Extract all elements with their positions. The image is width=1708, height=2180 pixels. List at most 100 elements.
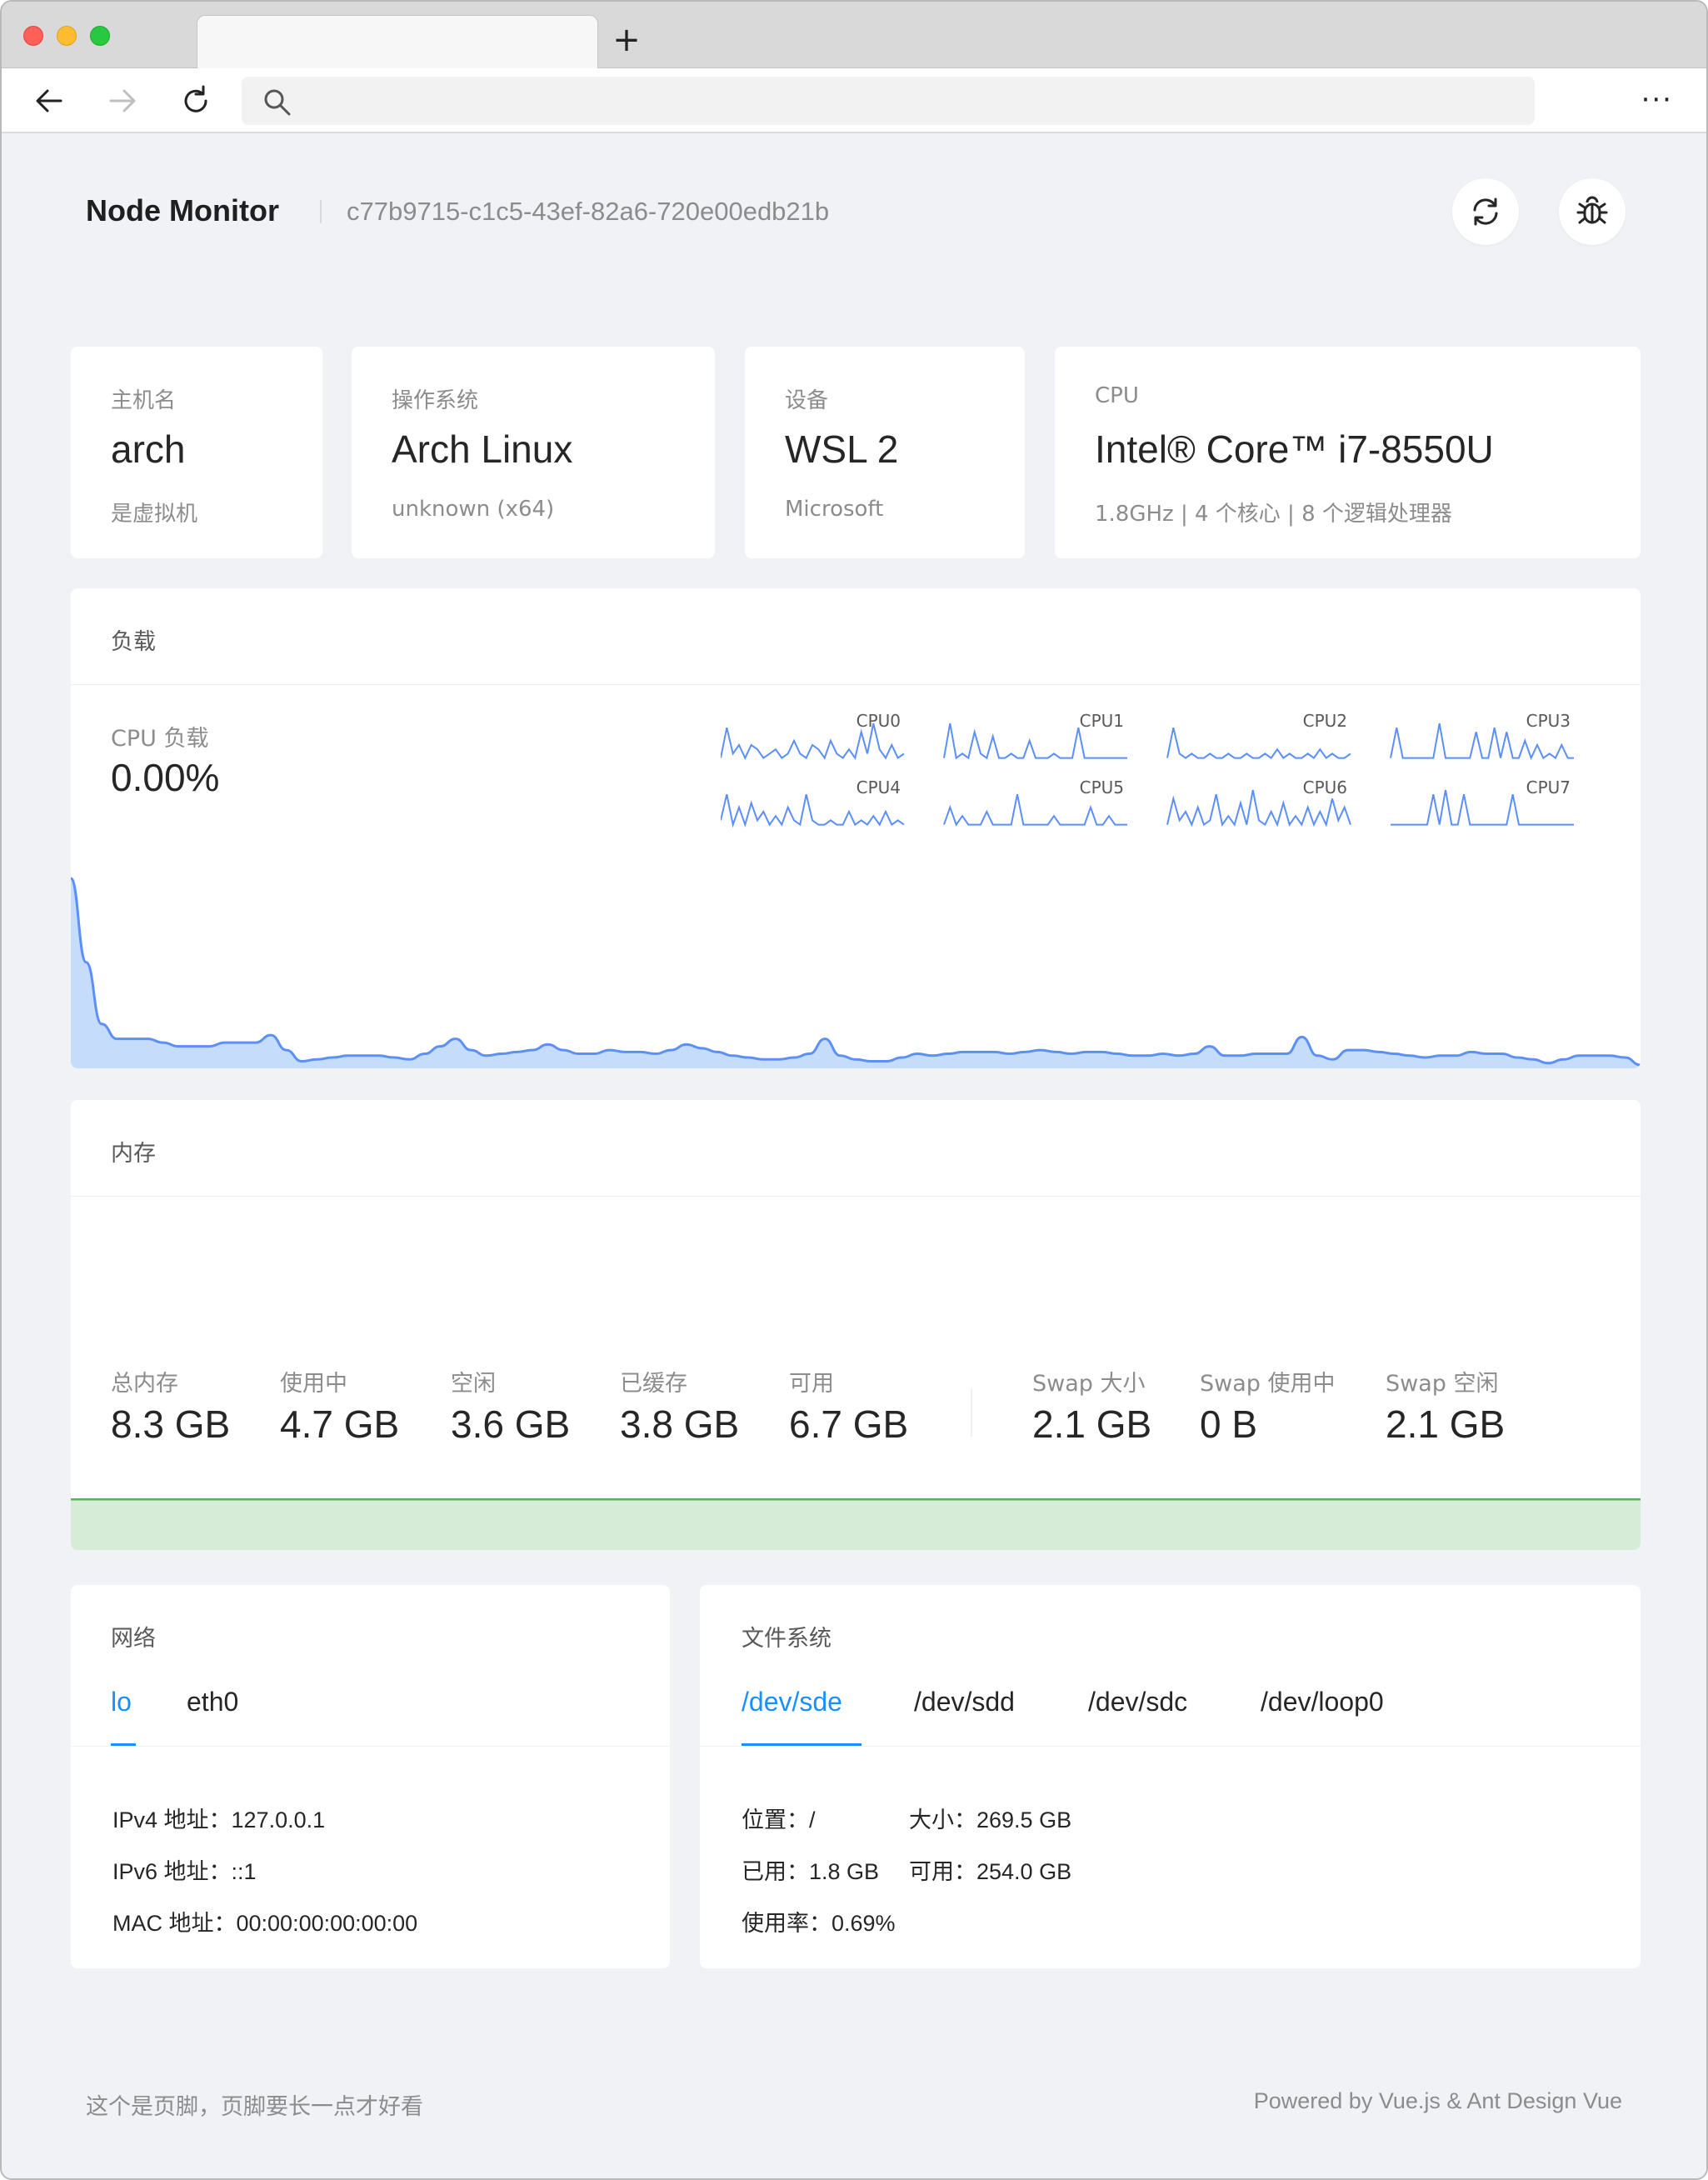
cpu-core-sparkline bbox=[943, 794, 1127, 827]
network-tab-lo[interactable]: lo bbox=[111, 1687, 132, 1718]
cpu-core-label: CPU5 bbox=[1080, 778, 1124, 798]
page-header: Node Monitor c77b9715-c1c5-43ef-82a6-720… bbox=[2, 135, 1706, 285]
mac-address: MAC 地址：00:00:00:00:00:00 bbox=[112, 1911, 418, 1936]
footer-powered-by: Powered by Vue.js & Ant Design Vue bbox=[1253, 2088, 1622, 2113]
cpu-core-sparklines: CPU0 CPU1 CPU2 CPU3 CPU4 CPU5 CPU6 CPU7 bbox=[721, 711, 1574, 828]
memory-card: 内存 总内存 8.3 GB 使用中 4.7 GB 空闲 3.6 GB 已缓存 3… bbox=[71, 1100, 1641, 1550]
hostname-virtual-note: 是虚拟机 bbox=[111, 502, 198, 527]
swap-used-value: 0 B bbox=[1200, 1402, 1258, 1446]
ipv6-address: IPv6 地址：::1 bbox=[112, 1859, 257, 1884]
address-bar[interactable] bbox=[242, 77, 1535, 125]
cpu-load-area bbox=[71, 878, 1641, 1068]
header-divider bbox=[320, 200, 322, 223]
cpu-model: Intel® Core™ i7-8550U bbox=[1095, 428, 1494, 471]
mem-used-value: 4.7 GB bbox=[280, 1402, 400, 1446]
ipv4-address: IPv4 地址：127.0.0.1 bbox=[112, 1808, 326, 1832]
network-card-title: 网络 bbox=[111, 1626, 156, 1652]
cpu-core-label: CPU3 bbox=[1526, 711, 1571, 731]
bug-icon bbox=[1576, 196, 1608, 224]
swap-size-label: Swap 大小 bbox=[1032, 1371, 1146, 1397]
device-vendor: Microsoft bbox=[785, 497, 884, 522]
fs-tab-sdd[interactable]: /dev/sdd bbox=[914, 1687, 1015, 1718]
os-value: Arch Linux bbox=[392, 428, 573, 471]
browser-window: + ··· Node Monitor c77b9715-c1c5-43ef-82… bbox=[0, 0, 1708, 2180]
browser-tab-bar: + bbox=[2, 2, 1706, 70]
cpu-core-label: CPU4 bbox=[856, 778, 901, 798]
mem-total-value: 8.3 GB bbox=[111, 1402, 231, 1446]
cpu-card: CPU Intel® Core™ i7-8550U 1.8GHz | 4 个核心… bbox=[1055, 347, 1641, 558]
fs-tab-sdc[interactable]: /dev/sdc bbox=[1088, 1687, 1187, 1718]
mem-available-value: 6.7 GB bbox=[789, 1402, 909, 1446]
cpu-core-label: CPU7 bbox=[1526, 778, 1571, 798]
page-title: Node Monitor bbox=[86, 193, 279, 228]
more-menu-button[interactable]: ··· bbox=[1641, 83, 1673, 117]
swap-size-value: 2.1 GB bbox=[1032, 1402, 1152, 1446]
memory-total-band bbox=[71, 1498, 1641, 1550]
hostname-value: arch bbox=[111, 428, 186, 471]
new-tab-button[interactable]: + bbox=[608, 22, 645, 58]
swap-free-label: Swap 空闲 bbox=[1386, 1371, 1499, 1397]
mem-available-label: 可用 bbox=[789, 1371, 834, 1397]
load-card: 负载 CPU 负载 0.00% CPU0 CPU1 CPU2 CPU3 CPU4 CPU5… bbox=[71, 588, 1641, 1068]
os-arch: unknown (x64) bbox=[392, 497, 555, 522]
refresh-button[interactable] bbox=[1452, 178, 1519, 245]
os-label: 操作系统 bbox=[392, 388, 479, 413]
node-id: c77b9715-c1c5-43ef-82a6-720e00edb21b bbox=[347, 197, 830, 226]
fs-tabs-divider bbox=[700, 1746, 1641, 1747]
reload-button[interactable] bbox=[175, 80, 217, 122]
back-button[interactable] bbox=[28, 80, 70, 122]
memory-usage-chart bbox=[71, 1498, 1641, 1550]
maximize-window-button[interactable] bbox=[90, 26, 110, 46]
network-tab-eth0[interactable]: eth0 bbox=[187, 1687, 238, 1718]
device-card: 设备 WSL 2 Microsoft bbox=[745, 347, 1025, 558]
load-card-header: 负载 bbox=[71, 588, 1641, 685]
mem-cached-label: 已缓存 bbox=[620, 1371, 687, 1397]
fs-available: 可用：254.0 GB bbox=[909, 1859, 1072, 1884]
minimize-window-button[interactable] bbox=[57, 26, 77, 46]
cpu-core-sparkline bbox=[1166, 727, 1351, 759]
mem-used-label: 使用中 bbox=[280, 1371, 347, 1397]
device-label: 设备 bbox=[785, 388, 829, 413]
filesystem-card-title: 文件系统 bbox=[742, 1626, 832, 1652]
hostname-card: 主机名 arch 是虚拟机 bbox=[71, 347, 322, 558]
close-window-button[interactable] bbox=[23, 26, 43, 46]
hostname-label: 主机名 bbox=[111, 388, 177, 413]
browser-toolbar: ··· bbox=[2, 68, 1706, 133]
page-content: Node Monitor c77b9715-c1c5-43ef-82a6-720… bbox=[2, 135, 1706, 2178]
memory-stats-divider bbox=[971, 1388, 972, 1437]
cpu-core-label: CPU0 bbox=[856, 711, 901, 731]
fs-used: 已用：1.8 GB bbox=[742, 1859, 880, 1884]
fs-size: 大小：269.5 GB bbox=[909, 1808, 1072, 1832]
swap-free-value: 2.1 GB bbox=[1386, 1402, 1506, 1446]
mem-total-label: 总内存 bbox=[111, 1371, 178, 1397]
cpu-load-label: CPU 负载 bbox=[111, 726, 209, 752]
search-icon bbox=[264, 89, 291, 116]
fs-location: 位置：/ bbox=[742, 1808, 816, 1832]
os-card: 操作系统 Arch Linux unknown (x64) bbox=[352, 347, 715, 558]
cpu-label: CPU bbox=[1095, 383, 1139, 408]
mem-free-label: 空闲 bbox=[451, 1371, 496, 1397]
mem-free-value: 3.6 GB bbox=[451, 1402, 571, 1446]
memory-card-title: 内存 bbox=[111, 1141, 156, 1167]
cpu-load-line bbox=[71, 877, 1641, 1067]
fs-tab-sde[interactable]: /dev/sde bbox=[742, 1687, 842, 1718]
reload-icon bbox=[184, 85, 207, 112]
network-card: 网络 lo eth0 IPv4 地址：127.0.0.1 IPv6 地址：::1… bbox=[71, 1585, 670, 1968]
network-tabs-divider bbox=[71, 1746, 670, 1747]
device-value: WSL 2 bbox=[785, 428, 899, 471]
cpu-core-sparkline bbox=[721, 793, 905, 828]
cpu-details: 1.8GHz | 4 个核心 | 8 个逻辑处理器 bbox=[1095, 502, 1452, 527]
debug-button[interactable] bbox=[1559, 178, 1626, 245]
cpu-core-label: CPU1 bbox=[1080, 711, 1124, 731]
arrow-right-icon bbox=[109, 89, 136, 112]
swap-used-label: Swap 使用中 bbox=[1200, 1371, 1336, 1397]
memory-card-header: 内存 bbox=[71, 1100, 1641, 1197]
fs-tab-loop0[interactable]: /dev/loop0 bbox=[1261, 1687, 1384, 1718]
fs-usage: 使用率：0.69% bbox=[742, 1911, 896, 1936]
forward-button[interactable] bbox=[102, 80, 143, 122]
arrow-left-icon bbox=[36, 89, 62, 112]
mem-cached-value: 3.8 GB bbox=[620, 1402, 740, 1446]
browser-tab[interactable] bbox=[197, 15, 598, 70]
cpu-core-label: CPU2 bbox=[1303, 711, 1347, 731]
sync-icon bbox=[1473, 198, 1498, 226]
